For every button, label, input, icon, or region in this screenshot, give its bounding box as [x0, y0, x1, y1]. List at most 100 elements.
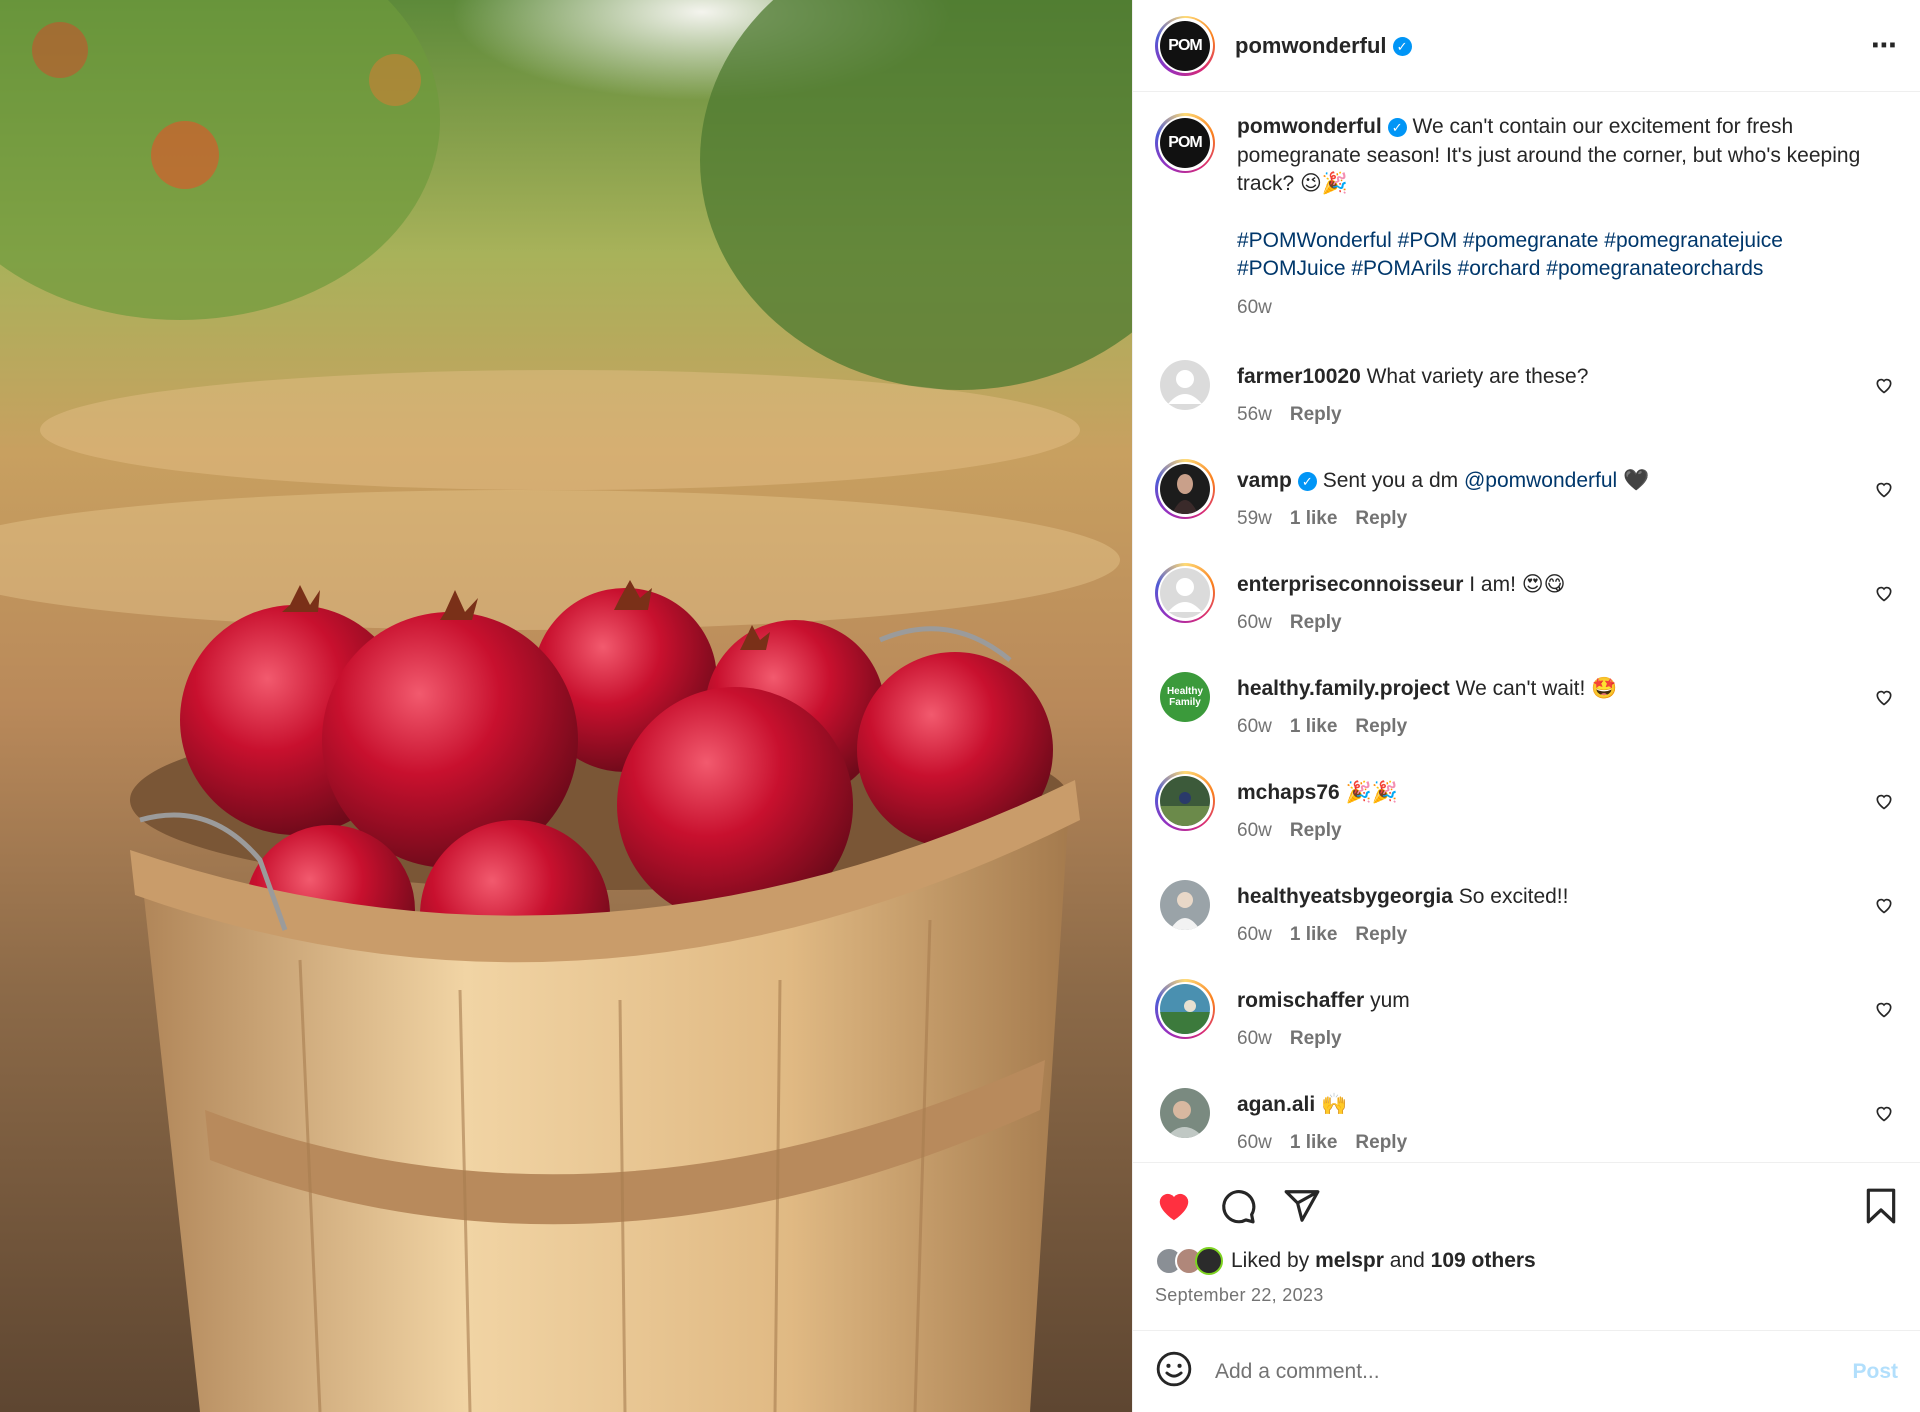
caption-time[interactable]: 60w: [1237, 294, 1877, 323]
comment-row: agan.ali 🙌 60w 1 like Reply: [1155, 1088, 1898, 1161]
pom-logo: POM: [1160, 20, 1210, 71]
comment-bubble-icon[interactable]: [1219, 1187, 1257, 1230]
and-label: and: [1389, 1249, 1425, 1272]
comment-text: So excited!!: [1458, 885, 1569, 908]
comment-time[interactable]: 60w: [1237, 820, 1272, 841]
comment-username[interactable]: farmer10020: [1237, 365, 1361, 388]
comment-likes[interactable]: 1 like: [1290, 1132, 1338, 1153]
comment-text: 🙌: [1321, 1093, 1348, 1116]
post-actions: Liked by melspr and 109 others September…: [1133, 1162, 1920, 1412]
comments-list[interactable]: POM pomwonderful ✓ We can't contain our e…: [1133, 93, 1920, 1161]
comment-text: yum: [1370, 989, 1410, 1012]
comment-input[interactable]: Add a comment...: [1215, 1360, 1852, 1384]
story-ring[interactable]: [1155, 563, 1215, 623]
comment-likes[interactable]: 1 like: [1290, 924, 1338, 945]
comment-like-heart-icon[interactable]: [1874, 675, 1898, 779]
reply-button[interactable]: Reply: [1355, 508, 1407, 529]
post-detail-panel: POM pomwonderful ✓ ⋯ POM pomwonderful ✓ We…: [1132, 0, 1920, 1412]
comment-row: farmer10020 What variety are these? 56w R…: [1155, 360, 1898, 467]
story-ring[interactable]: [1155, 771, 1215, 831]
reply-button[interactable]: Reply: [1290, 820, 1342, 841]
comment-like-heart-icon[interactable]: [1874, 467, 1898, 571]
comment-like-heart-icon[interactable]: [1874, 363, 1898, 467]
emoji-smiley-icon[interactable]: [1155, 1350, 1193, 1393]
comment-username[interactable]: agan.ali: [1237, 1093, 1315, 1116]
comment-text: Sent you a dm: [1322, 469, 1459, 492]
verified-badge-icon: ✓: [1392, 37, 1412, 57]
reply-button[interactable]: Reply: [1290, 612, 1342, 633]
comment-username[interactable]: romischaffer: [1237, 989, 1364, 1012]
avatar: [1160, 984, 1210, 1034]
comment-time[interactable]: 60w: [1237, 612, 1272, 633]
post-date[interactable]: September 22, 2023: [1133, 1285, 1920, 1306]
verified-badge-icon: ✓: [1387, 117, 1407, 137]
avatar[interactable]: [1160, 880, 1210, 930]
avatar[interactable]: Healthy Family: [1160, 672, 1210, 722]
default-avatar-icon[interactable]: [1160, 360, 1210, 410]
reply-button[interactable]: Reply: [1355, 1132, 1407, 1153]
comment-row: healthyeatsbygeorgia So excited!! 60w 1 l…: [1155, 880, 1898, 987]
mention-link[interactable]: @pomwonderful: [1464, 469, 1617, 492]
liker-avatars: [1155, 1247, 1223, 1275]
avatar[interactable]: [1160, 1088, 1210, 1138]
comment-text: I am! 😍😋: [1469, 573, 1566, 596]
liked-by-label: Liked by: [1231, 1249, 1310, 1272]
comment-time[interactable]: 60w: [1237, 716, 1272, 737]
caption-username[interactable]: pomwonderful: [1237, 115, 1382, 138]
likes-count[interactable]: 109 others: [1431, 1249, 1536, 1273]
comment-text: 🎉🎉: [1345, 781, 1398, 804]
liker-username[interactable]: melspr: [1315, 1249, 1384, 1273]
avatar: [1160, 464, 1210, 514]
comment-like-heart-icon[interactable]: [1874, 987, 1898, 1091]
post-header: POM pomwonderful ✓ ⋯: [1133, 0, 1920, 92]
comment-row: mchaps76 🎉🎉 60w Reply: [1155, 771, 1898, 883]
story-ring[interactable]: [1155, 979, 1215, 1039]
comment-username[interactable]: enterpriseconnoisseur: [1237, 573, 1463, 596]
caption-hashtags[interactable]: #POMWonderful #POM #pomegranate #pomegra…: [1237, 227, 1877, 284]
default-avatar-icon: [1160, 568, 1210, 618]
story-ring[interactable]: [1155, 459, 1215, 519]
caption-avatar[interactable]: POM: [1155, 113, 1215, 173]
comment-time[interactable]: 60w: [1237, 1028, 1272, 1049]
comment-time[interactable]: 60w: [1237, 1132, 1272, 1153]
comment-username[interactable]: vamp: [1237, 469, 1292, 492]
reply-button[interactable]: Reply: [1355, 924, 1407, 945]
post-caption: POM pomwonderful ✓ We can't contain our e…: [1133, 93, 1920, 322]
comment-username[interactable]: mchaps76: [1237, 781, 1340, 804]
reply-button[interactable]: Reply: [1355, 716, 1407, 737]
post-comment-button[interactable]: Post: [1852, 1360, 1898, 1384]
reply-button[interactable]: Reply: [1290, 1028, 1342, 1049]
comment-time[interactable]: 59w: [1237, 508, 1272, 529]
reply-button[interactable]: Reply: [1290, 404, 1342, 425]
like-heart-icon[interactable]: [1155, 1188, 1193, 1229]
author-avatar[interactable]: POM: [1155, 15, 1215, 76]
comment-time[interactable]: 60w: [1237, 924, 1272, 945]
comment-time[interactable]: 56w: [1237, 404, 1272, 425]
comment-row: romischaffer yum 60w Reply: [1155, 979, 1898, 1091]
comment-username[interactable]: healthyeatsbygeorgia: [1237, 885, 1453, 908]
likes-summary[interactable]: Liked by melspr and 109 others: [1133, 1247, 1920, 1275]
share-send-icon[interactable]: [1283, 1187, 1321, 1230]
comment-text: What variety are these?: [1366, 365, 1589, 388]
comment-row: enterpriseconnoisseur I am! 😍😋 60w Reply: [1155, 563, 1898, 675]
comment-like-heart-icon[interactable]: [1874, 1091, 1898, 1161]
comment-like-heart-icon[interactable]: [1874, 571, 1898, 675]
add-comment-bar: Add a comment... Post: [1133, 1330, 1920, 1412]
comment-emoji: 🖤: [1623, 469, 1650, 492]
comment-username[interactable]: healthy.family.project: [1237, 677, 1450, 700]
comment-like-heart-icon[interactable]: [1874, 883, 1898, 987]
avatar: [1160, 776, 1210, 826]
verified-badge-icon: ✓: [1297, 471, 1317, 491]
post-image[interactable]: [0, 0, 1132, 1412]
comment-likes[interactable]: 1 like: [1290, 716, 1338, 737]
bookmark-icon[interactable]: [1864, 1187, 1898, 1230]
comment-row: vamp ✓ Sent you a dm @pomwonderful 🖤 59w 1…: [1155, 459, 1898, 571]
header-username[interactable]: pomwonderful ✓: [1235, 33, 1412, 59]
comment-text: We can't wait! 🤩: [1455, 677, 1618, 700]
comment-like-heart-icon[interactable]: [1874, 779, 1898, 883]
pomegranate-basket-photo: [0, 0, 1132, 1412]
pom-logo: POM: [1160, 118, 1210, 168]
comment-row: Healthy Family healthy.family.project We…: [1155, 672, 1898, 779]
more-horizontal-icon[interactable]: ⋯: [1871, 30, 1898, 61]
comment-likes[interactable]: 1 like: [1290, 508, 1338, 529]
